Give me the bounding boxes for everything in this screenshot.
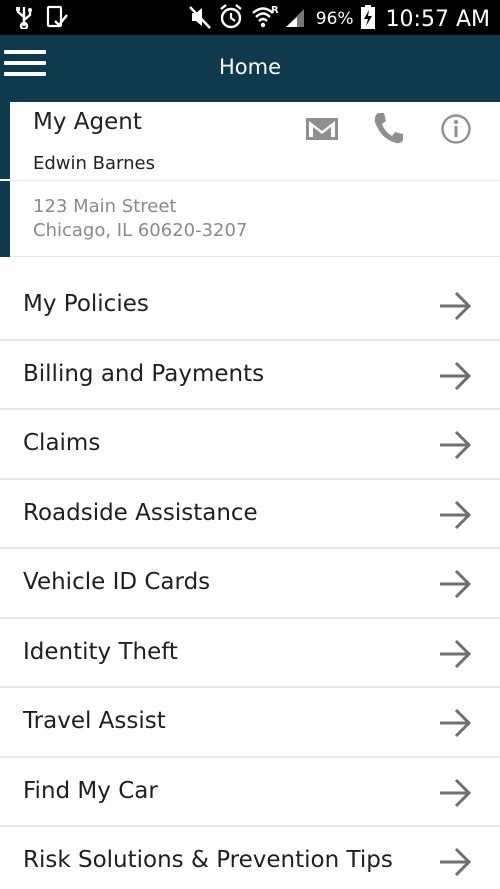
menu-item-label: Risk Solutions & Prevention Tips (23, 847, 393, 873)
agent-card: My Agent Edwin Barnes 123 Main Street Ch… (0, 102, 500, 257)
page-title: Home (218, 55, 281, 79)
agent-card-title: My Agent (33, 109, 142, 135)
arrow-right-icon (438, 429, 472, 465)
app-bar: Home (0, 35, 500, 102)
menu-item-label: Vehicle ID Cards (23, 569, 211, 595)
arrow-right-icon (438, 777, 472, 813)
agent-address-line1: 123 Main Street (33, 196, 177, 217)
signal-icon (284, 5, 306, 33)
menu-item-label: Roadside Assistance (23, 499, 258, 526)
arrow-right-icon (438, 707, 472, 743)
usb-icon (14, 5, 34, 33)
menu-item-claims[interactable]: Claims (0, 410, 500, 480)
arrow-right-icon (438, 360, 472, 396)
menu-item-label: Claims (23, 430, 101, 456)
menu-item-billing-and-payments[interactable]: Billing and Payments (0, 340, 500, 410)
agent-divider (10, 180, 500, 181)
clock: 10:57 AM (385, 6, 490, 32)
menu-item-label: Identity Theft (23, 638, 178, 665)
info-icon[interactable] (440, 113, 472, 149)
menu-item-label: My Policies (23, 291, 149, 317)
main-menu: My Policies Billing and Payments Claims … (0, 271, 500, 889)
mute-icon (188, 4, 212, 34)
menu-item-find-my-car[interactable]: Find My Car (0, 757, 500, 827)
menu-item-identity-theft[interactable]: Identity Theft (0, 618, 500, 688)
battery-percent: 96% (315, 9, 354, 29)
arrow-right-icon (438, 499, 472, 535)
menu-item-my-policies[interactable]: My Policies (0, 271, 500, 341)
agent-address-line2: Chicago, IL 60620-3207 (33, 220, 248, 241)
phone-icon[interactable] (371, 110, 405, 150)
arrow-right-icon (438, 568, 472, 604)
agent-name: Edwin Barnes (33, 153, 155, 174)
arrow-right-icon (438, 638, 472, 674)
wifi-icon: R (250, 4, 279, 34)
svg-text:R: R (271, 5, 278, 16)
menu-item-travel-assist[interactable]: Travel Assist (0, 688, 500, 758)
status-bar: R 96% 10:57 AM (0, 0, 500, 35)
arrow-right-icon (438, 846, 472, 882)
menu-item-roadside-assistance[interactable]: Roadside Assistance (0, 479, 500, 549)
menu-item-label: Find My Car (23, 777, 158, 804)
menu-item-risk-solutions[interactable]: Risk Solutions & Prevention Tips (0, 827, 500, 889)
battery-charging-icon (360, 4, 376, 34)
alarm-icon (218, 3, 244, 35)
arrow-right-icon (438, 290, 472, 326)
menu-item-label: Billing and Payments (23, 360, 265, 387)
mail-icon[interactable] (305, 115, 339, 147)
menu-item-label: Travel Assist (23, 708, 166, 734)
screenshot-icon (46, 5, 68, 33)
menu-item-vehicle-id-cards[interactable]: Vehicle ID Cards (0, 549, 500, 619)
